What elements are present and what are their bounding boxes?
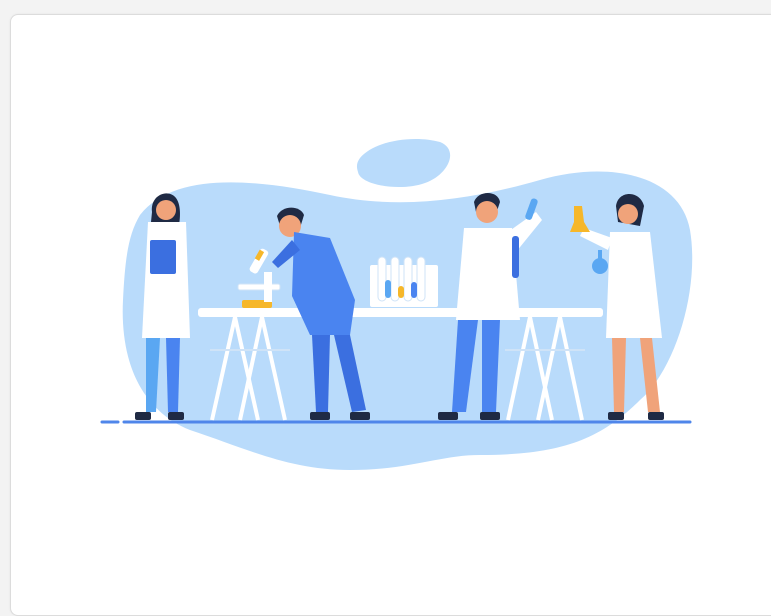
lab-illustration [100,138,693,471]
small-blob [356,138,451,188]
